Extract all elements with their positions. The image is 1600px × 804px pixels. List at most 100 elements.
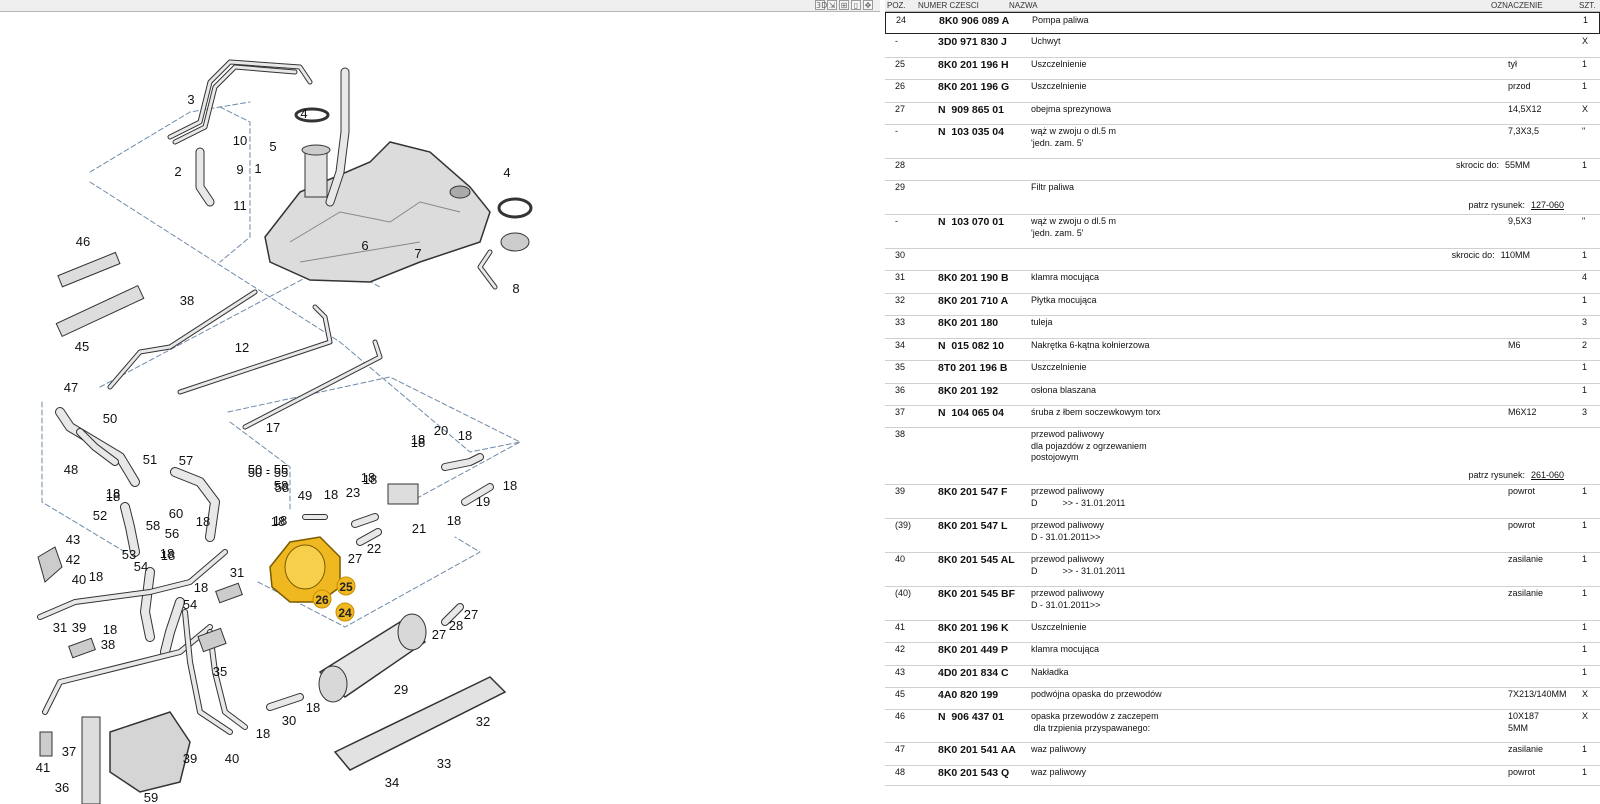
callout-label: 46 — [76, 234, 90, 249]
table-row[interactable]: 32 8K0 201 710 A Płytka mocująca 1 — [885, 293, 1600, 316]
table-row[interactable]: 27 N 909 865 01 obejma sprezynowa 14,5X12 X — [885, 102, 1600, 125]
part-number: 8K0 201 449 P — [938, 644, 1009, 656]
row-position: - — [895, 216, 898, 226]
callout-label: 4 — [503, 165, 510, 180]
quantity: 1 — [1582, 81, 1588, 91]
row-position: 34 — [895, 340, 906, 350]
table-row[interactable]: 30 1 skrocic do: 110MM — [885, 248, 1600, 271]
quantity: 1 — [1582, 667, 1588, 677]
callout-label: 58 — [274, 478, 288, 493]
table-row[interactable]: (40) 8K0 201 545 BF przewod paliwowy D - 31… — [885, 586, 1600, 621]
callout-label: 50 - 55 — [248, 462, 288, 477]
table-row[interactable]: 35 8T0 201 196 B Uszczelnienie 1 — [885, 360, 1600, 384]
quantity: 1 — [1582, 767, 1588, 777]
split-view-icon[interactable]: ⊞ — [839, 0, 849, 10]
part-name: waz paliwowy — [1031, 767, 1086, 779]
row-position: 35 — [895, 362, 906, 372]
fuel-sender-cap — [301, 144, 331, 156]
callout-label: 5 — [269, 139, 276, 154]
part-number: 8K0 201 547 F — [938, 486, 1008, 498]
table-row[interactable]: 26 8K0 201 196 G Uszczelnienie przod 1 — [885, 79, 1600, 103]
table-row[interactable]: 42 8K0 201 449 P klamra mocująca 1 — [885, 642, 1600, 666]
callout-label: 21 — [412, 521, 426, 536]
part-name-line: przewod paliwowy — [1031, 520, 1105, 530]
table-row[interactable]: 43 4D0 201 834 C Nakładka 1 — [885, 665, 1600, 688]
page-icon[interactable]: ▯ — [851, 0, 861, 10]
seal-ring-4b — [497, 197, 533, 219]
drawing-link[interactable]: 261-060 — [1531, 470, 1564, 480]
table-row[interactable]: 31 8K0 201 190 B klamra mocująca 4 — [885, 270, 1600, 294]
table-row[interactable]: - N 103 070 01 wąż w zwoju o dl.5 m'jedn. … — [885, 214, 1600, 249]
line-12 — [178, 305, 332, 394]
designation: M6X12 — [1508, 407, 1537, 417]
table-row[interactable]: 47 8K0 201 541 AA waz paliwowy zasilanie 1 — [885, 742, 1600, 766]
designation: 7,3X3,5 — [1508, 126, 1540, 136]
callout-label: 18 — [103, 622, 117, 637]
part-name-line: podwójna opaska do przewodów — [1031, 689, 1162, 699]
table-row[interactable]: (39) 8K0 201 547 L przewod paliwowy D - 31.… — [885, 518, 1600, 553]
table-row[interactable]: 41 8K0 201 196 K Uszczelnienie 1 — [885, 620, 1600, 643]
quantity: X — [1582, 104, 1589, 114]
table-row[interactable]: 33 8K0 201 180 tuleja 3 — [885, 315, 1600, 339]
table-row[interactable]: 24 8K0 906 089 A Pompa paliwa 1 — [885, 12, 1600, 34]
part-name: przewod paliwowy dla pojazdów z ogrzewani… — [1031, 429, 1147, 464]
exploded-parts-diagram[interactable]: 1234567891011412171819202122232728293031… — [0, 12, 880, 804]
row-position: 36 — [895, 385, 906, 395]
part-name: Płytka mocująca — [1031, 295, 1097, 307]
part-number: 4D0 201 834 C — [938, 667, 1009, 679]
callout-label: 1 — [254, 161, 261, 176]
quantity: 1 — [1583, 15, 1589, 25]
callout-label: 34 — [385, 775, 399, 790]
part-name: klamra mocująca — [1031, 644, 1099, 656]
3d-button[interactable]: 3D — [815, 0, 827, 10]
callout-label: 2 — [174, 164, 181, 179]
drawing-link[interactable]: 127-060 — [1531, 200, 1564, 210]
hose-9 — [196, 148, 214, 206]
part-name: przewod paliwowy D >> - 31.01.2011 — [1031, 486, 1125, 509]
part-number: N 103 070 01 — [938, 216, 1004, 228]
callout-label: 56 — [165, 526, 179, 541]
table-row[interactable]: 36 8K0 201 192 osłona blaszana 1 — [885, 383, 1600, 406]
row-position: 37 — [895, 407, 906, 417]
move-icon[interactable]: ✥ — [863, 0, 873, 10]
table-row[interactable]: 45 4A0 820 199 podwójna opaska do przewodó… — [885, 687, 1600, 710]
part-name-line: przewod paliwowy — [1031, 554, 1105, 564]
table-row[interactable]: 40 8K0 201 545 AL przewod paliwowy D >> - 3… — [885, 552, 1600, 587]
table-row[interactable]: 48 8K0 201 543 Q waz paliwowy powrot 1 — [885, 765, 1600, 786]
row-note: patrz rysunek: 261-060 — [1468, 470, 1564, 480]
table-row[interactable]: 39 8K0 201 547 F przewod paliwowy D >> - 31… — [885, 484, 1600, 519]
designation: powrot — [1508, 767, 1536, 777]
row-position: 48 — [895, 767, 906, 777]
part-number: 8K0 201 196 H — [938, 59, 1009, 71]
quantity: 1 — [1582, 588, 1588, 598]
fuel-pump-body — [284, 544, 326, 590]
part-number: 8K0 201 541 AA — [938, 744, 1016, 756]
part-name-line: Uszczelnienie — [1031, 81, 1087, 91]
part-number: 8K0 201 547 L — [938, 520, 1008, 532]
table-row[interactable]: 25 8K0 201 196 H Uszczelnienie tył 1 — [885, 57, 1600, 80]
callout-label: 20 — [434, 423, 448, 438]
table-row[interactable]: 37 N 104 065 04 śruba z łbem soczewkowym t… — [885, 405, 1600, 428]
table-row[interactable]: 29 Filtr paliwa patrz rysunek: 127-060 — [885, 180, 1600, 215]
quantity: " — [1582, 126, 1586, 136]
diagram-pane[interactable]: 3D ⇲ ⊞ ▯ ✥ 1 2 3 4 5 6 7 8 9 10 11 4 12 17 18 19 20 21 22 2… — [0, 0, 880, 804]
scale-icon[interactable]: ⇲ — [827, 0, 837, 10]
table-row[interactable]: - N 103 035 04 wąż w zwoju o dl.5 m'jedn. … — [885, 124, 1600, 159]
row-position: 28 — [895, 160, 906, 170]
part-name-line: tuleja — [1031, 317, 1053, 327]
callout-label: 18 — [411, 432, 425, 447]
table-row[interactable]: 46 N 906 437 01 opaska przewodów z zaczepe… — [885, 709, 1600, 743]
line-17-outline — [242, 339, 383, 430]
row-note-value: 110MM — [1500, 250, 1530, 260]
callout-label: 59 — [144, 790, 158, 804]
table-row[interactable]: - 3D0 971 830 J Uchwyt X — [885, 34, 1600, 58]
table-row[interactable]: 28 1 skrocic do: 55MM — [885, 158, 1600, 181]
parts-list-pane: POZ. NUMER CZESCI NAZWA OZNACZENIE SZT. … — [885, 0, 1600, 804]
part-name-line: śruba z łbem soczewkowym torx — [1031, 407, 1161, 417]
designation: 7X213/140MM — [1508, 689, 1567, 699]
shield-36 — [81, 716, 101, 804]
table-row[interactable]: 38 przewod paliwowy dla pojazdów z ogrzewa… — [885, 427, 1600, 485]
table-row[interactable]: 34 N 015 082 10 Nakrętka 6-kątna kołnierzo… — [885, 338, 1600, 361]
part-number: 8K0 201 190 B — [938, 272, 1009, 284]
part-name: wąż w zwoju o dl.5 m'jedn. zam. 5' — [1031, 126, 1116, 149]
